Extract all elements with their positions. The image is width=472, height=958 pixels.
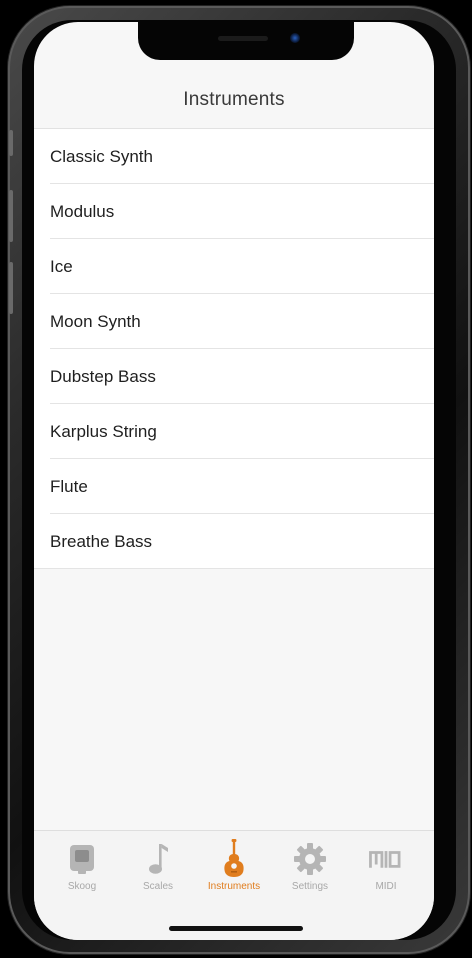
notch xyxy=(138,22,354,60)
page-title: Instruments xyxy=(183,89,285,110)
navigation-bar: Instruments xyxy=(34,72,434,129)
tab-instruments[interactable]: Instruments xyxy=(199,839,269,892)
volume-up-button xyxy=(9,190,13,242)
home-indicator[interactable] xyxy=(169,926,303,931)
music-note-icon xyxy=(140,841,176,877)
instrument-item-karplus-string[interactable]: Karplus String xyxy=(34,404,434,459)
instrument-item-ice[interactable]: Ice xyxy=(34,239,434,294)
instrument-item-classic-synth[interactable]: Classic Synth xyxy=(34,129,434,184)
front-camera xyxy=(290,33,300,43)
tab-settings[interactable]: Settings xyxy=(275,841,345,892)
speaker-grille xyxy=(218,36,268,41)
guitar-icon xyxy=(216,839,252,877)
instrument-item-modulus[interactable]: Modulus xyxy=(34,184,434,239)
instrument-item-breathe-bass[interactable]: Breathe Bass xyxy=(34,514,434,569)
tab-scales[interactable]: Scales xyxy=(123,841,193,892)
tab-label: Settings xyxy=(291,881,329,892)
tab-bar: Skoog Scales Instruments Settings MIDI xyxy=(34,830,434,940)
skoog-icon xyxy=(64,841,100,877)
instrument-list: Classic Synth Modulus Ice Moon Synth Dub… xyxy=(34,129,434,569)
device-stage: Instruments Classic Synth Modulus Ice Mo… xyxy=(0,0,472,958)
gear-icon xyxy=(292,841,328,877)
tab-skoog[interactable]: Skoog xyxy=(47,841,117,892)
tab-midi[interactable]: MIDI xyxy=(351,841,421,892)
midi-icon xyxy=(368,841,404,877)
tab-label: Scales xyxy=(142,881,173,892)
instrument-item-dubstep-bass[interactable]: Dubstep Bass xyxy=(34,349,434,404)
instrument-item-flute[interactable]: Flute xyxy=(34,459,434,514)
volume-down-button xyxy=(9,262,13,314)
instrument-item-moon-synth[interactable]: Moon Synth xyxy=(34,294,434,349)
tab-label: MIDI xyxy=(375,881,397,892)
tab-label: Skoog xyxy=(67,881,97,892)
tab-label: Instruments xyxy=(207,881,261,892)
mute-switch xyxy=(9,130,13,156)
app-screen: Instruments Classic Synth Modulus Ice Mo… xyxy=(34,22,434,940)
